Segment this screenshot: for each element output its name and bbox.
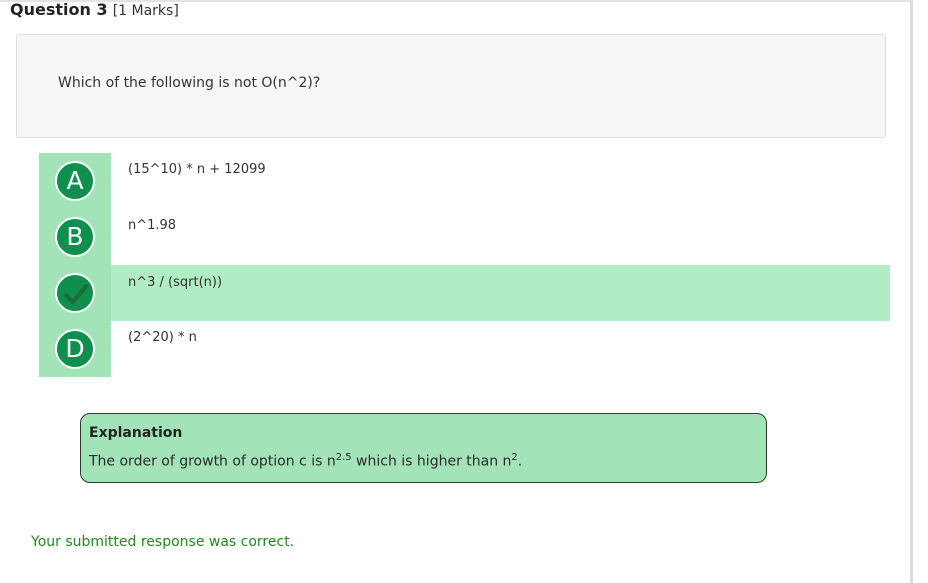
question-text: Which of the following is not O(n^2)?	[58, 75, 321, 91]
option-b-badge[interactable]: B	[55, 217, 95, 257]
option-b-letter: B	[66, 222, 84, 251]
explanation-text: The order of growth of option c is n2.5 …	[89, 452, 522, 470]
question-box: Which of the following is not O(n^2)?	[16, 34, 886, 138]
explanation-prefix: The order of growth of option c is n	[89, 453, 336, 470]
correct-option-highlight	[111, 265, 890, 321]
option-b-text[interactable]: n^1.98	[128, 218, 176, 233]
checkmark-icon	[64, 284, 88, 304]
option-d-letter: D	[65, 334, 85, 363]
explanation-box: Explanation The order of growth of optio…	[80, 413, 767, 483]
explanation-title: Explanation	[89, 425, 183, 441]
explanation-exponent-1: 2.5	[335, 452, 352, 463]
option-c-badge[interactable]	[55, 273, 95, 313]
option-d-text[interactable]: (2^20) * n	[128, 330, 197, 345]
option-d-badge[interactable]: D	[55, 329, 95, 369]
question-marks: [1 Marks]	[112, 3, 179, 19]
explanation-suffix: .	[517, 453, 523, 470]
option-a-badge[interactable]: A	[55, 161, 95, 201]
submission-feedback: Your submitted response was correct.	[31, 534, 295, 550]
option-a-text[interactable]: (15^10) * n + 12099	[128, 162, 266, 177]
question-heading: Question 3 [1 Marks]	[10, 0, 179, 21]
explanation-middle: which is higher than n	[351, 453, 512, 470]
question-title: Question 3	[10, 0, 108, 19]
option-c-text[interactable]: n^3 / (sqrt(n))	[128, 275, 222, 290]
option-a-letter: A	[66, 166, 84, 195]
scrollbar-track[interactable]	[910, 0, 928, 583]
